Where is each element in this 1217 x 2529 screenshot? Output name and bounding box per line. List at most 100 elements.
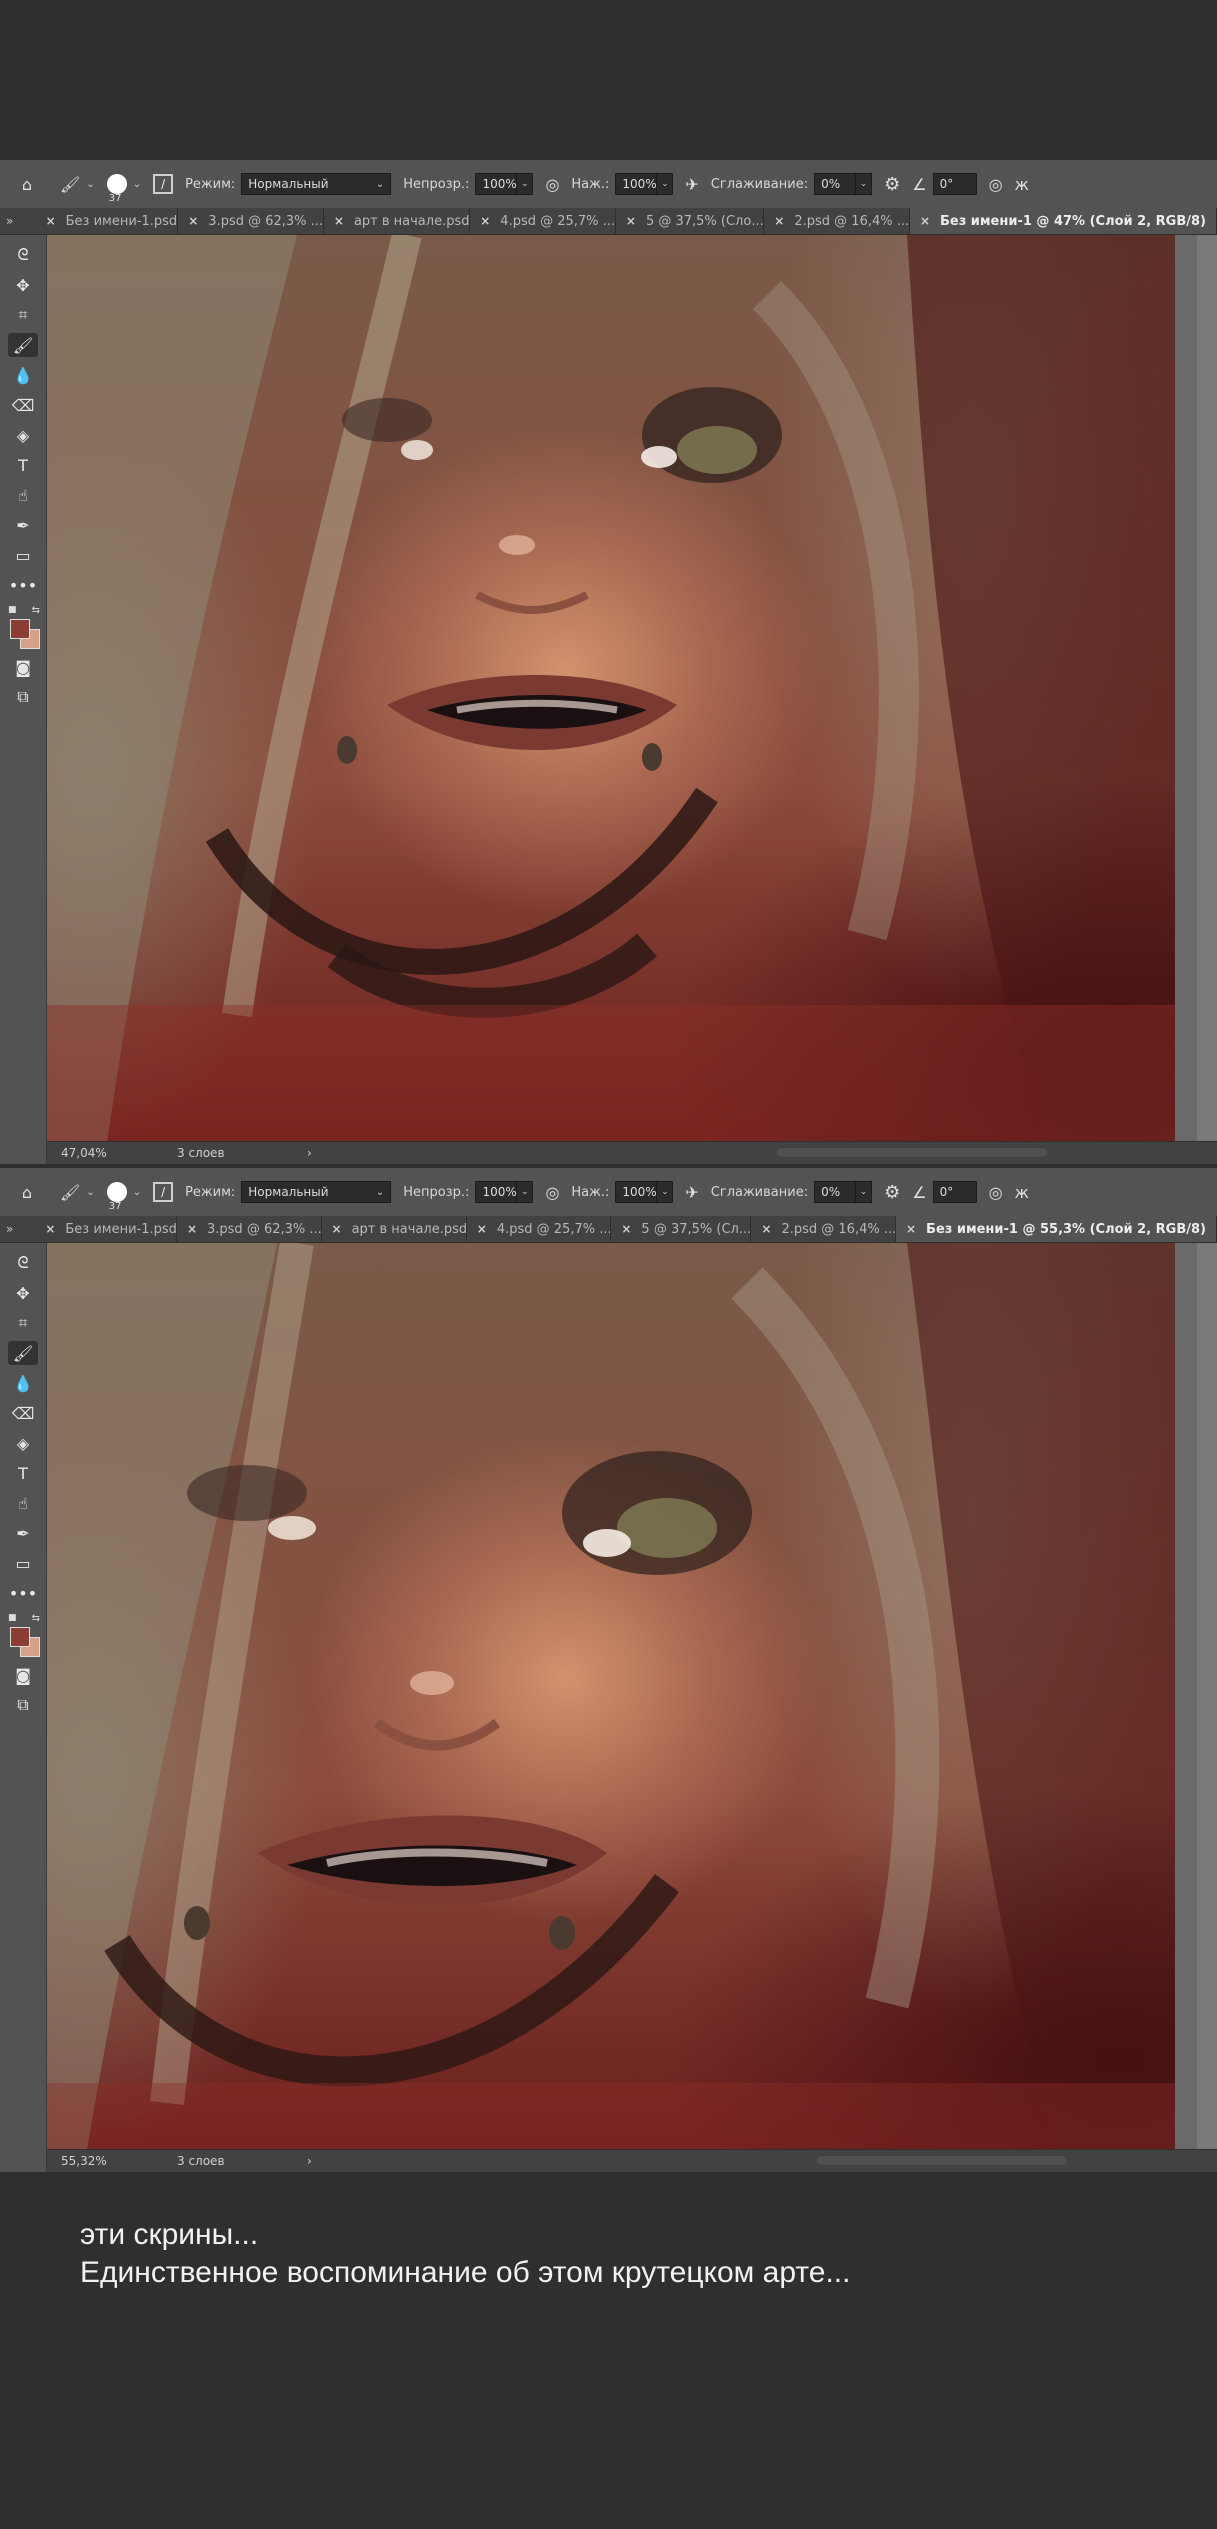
paint-bucket-tool-icon[interactable]: ◈ <box>8 423 38 447</box>
swap-colors-icon[interactable]: ⇆ <box>32 1613 40 1624</box>
artwork-canvas[interactable] <box>47 1243 1175 2150</box>
opacity-dropdown[interactable]: ⌄ <box>517 1181 534 1203</box>
pressure-size-toggle[interactable]: ◎ <box>989 1183 1003 1202</box>
tab-document[interactable]: × 5 @ 37,5% (Сло... <box>616 208 765 234</box>
tab-document[interactable]: × Без имени-1.psd <box>35 1216 177 1242</box>
tab-document[interactable]: × 2.psd @ 16,4% ... <box>764 208 910 234</box>
pressure-input[interactable]: 100% <box>615 1181 658 1203</box>
pen-tool-icon[interactable]: ✒ <box>8 513 38 537</box>
symmetry-button[interactable]: ж <box>1015 175 1029 194</box>
canvas-area[interactable] <box>47 1243 1217 2150</box>
close-icon[interactable]: × <box>920 214 930 228</box>
close-icon[interactable]: × <box>187 1222 197 1236</box>
opacity-dropdown[interactable]: ⌄ <box>517 173 534 195</box>
smoothing-settings-button[interactable]: ⚙ <box>884 1182 900 1203</box>
smoothing-dropdown[interactable]: ⌄ <box>856 173 873 195</box>
lasso-tool-icon[interactable]: ᘓ <box>8 1251 38 1275</box>
tab-document[interactable]: × 5 @ 37,5% (Сл... <box>611 1216 752 1242</box>
vertical-scrollbar[interactable] <box>1197 235 1217 1142</box>
panels-expand-icon[interactable]: » <box>0 208 36 234</box>
tab-document[interactable]: × арт в начале.psd <box>324 208 471 234</box>
tab-document-active[interactable]: × Без имени-1 @ 55,3% (Слой 2, RGB/8) <box>895 1216 1217 1242</box>
crop-tool-icon[interactable]: ⌗ <box>8 1311 38 1335</box>
type-tool-icon[interactable]: T <box>8 1461 38 1485</box>
tab-document[interactable]: × 4.psd @ 25,7% ... <box>470 208 616 234</box>
smoothing-input[interactable]: 0% <box>814 173 857 195</box>
status-menu-arrow[interactable]: › <box>307 2154 347 2168</box>
lasso-tool-icon[interactable]: ᘓ <box>8 243 38 267</box>
close-icon[interactable]: × <box>46 214 56 228</box>
zoom-level[interactable]: 55,32% <box>47 2154 177 2168</box>
default-colors-icon[interactable]: ■ <box>8 605 17 615</box>
quick-mask-icon[interactable]: ◙ <box>8 655 38 679</box>
tab-document[interactable]: × 3.psd @ 62,3% ... <box>178 208 324 234</box>
eraser-tool-icon[interactable]: ⌫ <box>8 393 38 417</box>
default-colors-icon[interactable]: ■ <box>8 1613 17 1623</box>
symmetry-button[interactable]: ж <box>1015 1183 1029 1202</box>
mode-select[interactable]: Нормальный ⌄ <box>241 1181 392 1203</box>
tab-document[interactable]: × Без имени-1.psd <box>36 208 179 234</box>
angle-input[interactable]: 0° <box>932 1181 977 1203</box>
status-menu-arrow[interactable]: › <box>307 1146 347 1160</box>
blur-tool-icon[interactable]: 💧 <box>8 1371 38 1395</box>
pressure-opacity-toggle[interactable]: ◎ <box>545 175 559 194</box>
move-tool-icon[interactable]: ✥ <box>8 273 38 297</box>
panels-expand-icon[interactable]: » <box>0 1216 35 1242</box>
pressure-dropdown[interactable]: ⌄ <box>657 173 674 195</box>
swap-colors-icon[interactable]: ⇆ <box>32 605 40 616</box>
close-icon[interactable]: × <box>621 1222 631 1236</box>
opacity-input[interactable]: 100% <box>475 173 518 195</box>
type-tool-icon[interactable]: T <box>8 453 38 477</box>
close-icon[interactable]: × <box>332 1222 342 1236</box>
close-icon[interactable]: × <box>626 214 636 228</box>
tab-document[interactable]: × 3.psd @ 62,3% ... <box>177 1216 322 1242</box>
pen-tool-icon[interactable]: ✒ <box>8 1521 38 1545</box>
vertical-scrollbar[interactable] <box>1197 1243 1217 2150</box>
horizontal-scrollbar[interactable] <box>817 2156 1067 2165</box>
angle-input[interactable]: 0° <box>932 173 977 195</box>
smoothing-settings-button[interactable]: ⚙ <box>884 174 900 195</box>
close-icon[interactable]: × <box>45 1222 55 1236</box>
close-icon[interactable]: × <box>477 1222 487 1236</box>
artwork-canvas[interactable] <box>47 235 1175 1142</box>
smoothing-input[interactable]: 0% <box>814 1181 857 1203</box>
pressure-dropdown[interactable]: ⌄ <box>657 1181 674 1203</box>
tab-document[interactable]: × 2.psd @ 16,4% ... <box>751 1216 896 1242</box>
pressure-opacity-toggle[interactable]: ◎ <box>545 1183 559 1202</box>
screen-mode-icon[interactable]: ⧉ <box>8 1693 38 1717</box>
more-tools-icon[interactable]: ••• <box>8 573 38 597</box>
horizontal-scrollbar[interactable] <box>777 1148 1047 1157</box>
close-icon[interactable]: × <box>334 214 344 228</box>
close-icon[interactable]: × <box>188 214 198 228</box>
airbrush-toggle[interactable]: ✈ <box>685 1183 698 1202</box>
close-icon[interactable]: × <box>480 214 490 228</box>
eraser-tool-icon[interactable]: ⌫ <box>8 1401 38 1425</box>
smudge-tool-icon[interactable]: ☝ <box>8 483 38 507</box>
tab-document[interactable]: × арт в начале.psd <box>322 1216 467 1242</box>
close-icon[interactable]: × <box>774 214 784 228</box>
home-button[interactable]: ⌂ <box>6 1183 48 1202</box>
tab-document-active[interactable]: × Без имени-1 @ 47% (Слой 2, RGB/8) <box>909 208 1217 234</box>
foreground-color-swatch[interactable] <box>10 619 30 639</box>
smoothing-dropdown[interactable]: ⌄ <box>856 1181 873 1203</box>
quick-mask-icon[interactable]: ◙ <box>8 1663 38 1687</box>
foreground-color-swatch[interactable] <box>10 1627 30 1647</box>
tab-document[interactable]: × 4.psd @ 25,7% ... <box>467 1216 612 1242</box>
brush-settings-toggle[interactable]: / <box>153 1182 174 1202</box>
brush-preset-picker[interactable]: 37 ⌄ <box>106 174 141 204</box>
brush-tool-icon[interactable]: 🖌 <box>8 1341 38 1365</box>
rectangle-tool-icon[interactable]: ▭ <box>8 1551 38 1575</box>
airbrush-toggle[interactable]: ✈ <box>685 175 698 194</box>
more-tools-icon[interactable]: ••• <box>8 1581 38 1605</box>
screen-mode-icon[interactable]: ⧉ <box>8 685 38 709</box>
brush-settings-toggle[interactable]: / <box>153 174 174 194</box>
brush-tool-icon[interactable]: 🖌 <box>8 333 38 357</box>
pressure-input[interactable]: 100% <box>615 173 658 195</box>
move-tool-icon[interactable]: ✥ <box>8 1281 38 1305</box>
opacity-input[interactable]: 100% <box>475 1181 518 1203</box>
canvas-area[interactable] <box>47 235 1217 1142</box>
tool-preset-picker[interactable]: 🖌 ⌄ <box>60 175 95 194</box>
blur-tool-icon[interactable]: 💧 <box>8 363 38 387</box>
home-button[interactable]: ⌂ <box>6 175 48 194</box>
rectangle-tool-icon[interactable]: ▭ <box>8 543 38 567</box>
